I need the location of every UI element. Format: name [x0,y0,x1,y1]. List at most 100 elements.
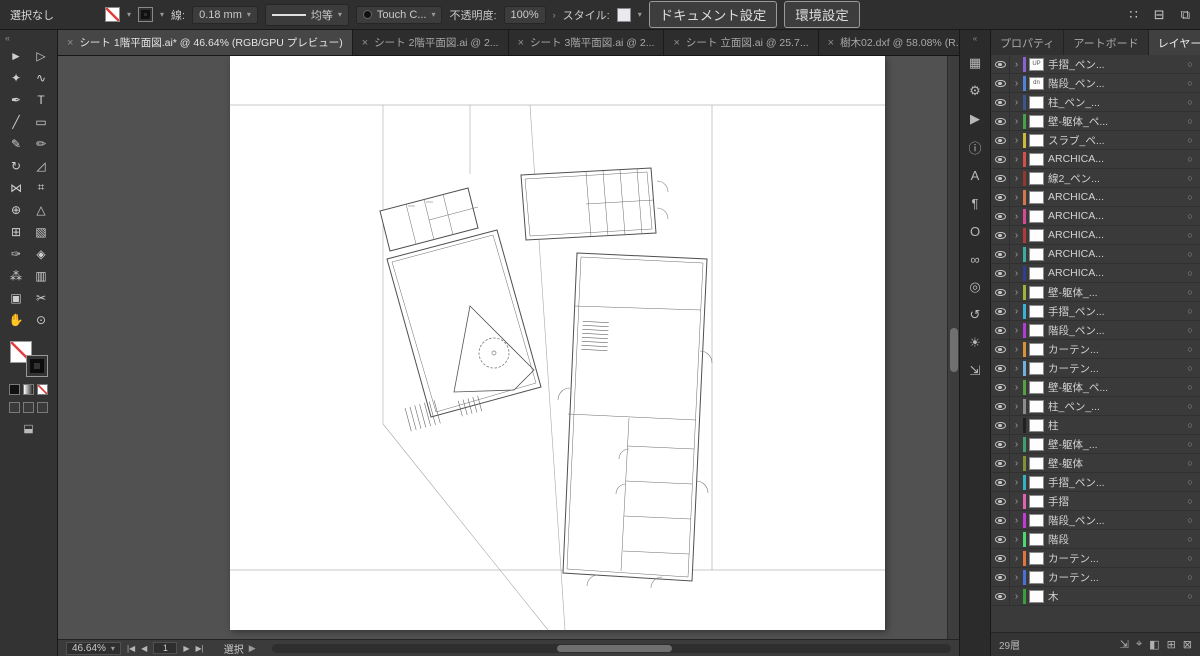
expand-chevron-icon[interactable]: › [1010,363,1023,374]
expand-chevron-icon[interactable]: › [1010,344,1023,355]
target-circle-icon[interactable]: ○ [1180,458,1200,468]
expand-chevron-icon[interactable]: › [1010,382,1023,393]
locate-object-icon[interactable]: ⌖ [1136,638,1142,651]
target-circle-icon[interactable]: ○ [1180,344,1200,354]
layer-row[interactable]: › 壁-躯体_ペ... ○ [991,378,1200,397]
target-circle-icon[interactable]: ○ [1180,306,1200,316]
visibility-toggle[interactable] [991,131,1010,149]
canvas[interactable] [58,56,959,639]
visibility-toggle[interactable] [991,530,1010,548]
target-circle-icon[interactable]: ○ [1180,477,1200,487]
screen-mode-button[interactable]: ⬓ [23,422,33,435]
visibility-toggle[interactable] [991,511,1010,529]
visibility-toggle[interactable] [991,397,1010,415]
layer-row[interactable]: › dn 階段_ペン... ○ [991,74,1200,93]
layer-row[interactable]: › 柱_ペン_... ○ [991,93,1200,112]
chevron-down-icon[interactable]: ▾ [338,10,342,19]
document-tab[interactable]: × シート 立面図.ai @ 25.7... [664,30,819,55]
visibility-toggle[interactable] [991,302,1010,320]
scale-tool[interactable]: ◿ [29,155,54,176]
width-tool[interactable]: ⋈ [4,177,29,198]
artboard-number-field[interactable]: 1 [153,642,178,654]
layer-row[interactable]: › 階段 ○ [991,530,1200,549]
expand-chevron-icon[interactable]: › [1010,97,1023,108]
document-tab[interactable]: × 樹木02.dxf @ 58.08% (R... [818,30,959,55]
chevron-down-icon[interactable]: ▾ [638,10,642,19]
visibility-toggle[interactable] [991,340,1010,358]
visibility-toggle[interactable] [991,473,1010,491]
expand-chevron-icon[interactable]: › [1010,135,1023,146]
character-icon[interactable]: A [960,161,990,189]
target-circle-icon[interactable]: ○ [1180,249,1200,259]
expand-chevron-icon[interactable]: › [1010,192,1023,203]
chevron-down-icon[interactable]: ▾ [431,10,435,19]
document-tab[interactable]: × シート 1階平面図.ai* @ 46.64% (RGB/GPU プレビュー) [58,30,353,55]
visibility-toggle[interactable] [991,150,1010,168]
expand-chevron-icon[interactable]: › [1010,230,1023,241]
vertical-scrollbar[interactable] [947,56,959,639]
info-icon[interactable]: ⓘ [960,133,990,161]
document-tab[interactable]: × シート 3階平面図.ai @ 2... [508,30,665,55]
history-icon[interactable]: ↺ [960,301,990,329]
target-circle-icon[interactable]: ○ [1180,173,1200,183]
target-circle-icon[interactable]: ○ [1180,515,1200,525]
expand-chevron-icon[interactable]: › [1010,268,1023,279]
chevron-down-icon[interactable]: ▾ [160,10,164,19]
slice-tool[interactable]: ✂ [29,287,54,308]
tab-アートボード[interactable]: アートボード [1064,30,1149,55]
visibility-toggle[interactable] [991,245,1010,263]
expand-chevron-icon[interactable]: › [1010,78,1023,89]
last-artboard-button[interactable]: ▶| [195,644,203,653]
tab-レイヤー[interactable]: レイヤー [1148,30,1200,55]
new-layer-icon[interactable]: ⊞ [1167,638,1176,651]
rectangle-tool[interactable]: ▭ [29,111,54,132]
layer-row[interactable]: › 柱_ペン_... ○ [991,397,1200,416]
collapse-toolbar-icon[interactable]: « [0,30,15,44]
make-mask-icon[interactable]: ◧ [1149,638,1159,651]
target-circle-icon[interactable]: ○ [1180,135,1200,145]
paragraph-icon[interactable]: ¶ [960,189,990,217]
stroke-color-swatch[interactable] [138,7,154,22]
expand-chevron-icon[interactable]: › [1010,287,1023,298]
visibility-toggle[interactable] [991,587,1010,605]
close-tab-icon[interactable]: × [518,37,524,49]
visibility-toggle[interactable] [991,435,1010,453]
opentype-icon[interactable]: O [960,217,990,245]
expand-chevron-icon[interactable]: › [1010,420,1023,431]
rotate-tool[interactable]: ↻ [4,155,29,176]
zoom-control[interactable]: 46.64% ▾ [66,641,121,655]
artboard[interactable] [230,56,885,631]
visibility-toggle[interactable] [991,226,1010,244]
layer-row[interactable]: › ARCHICA... ○ [991,264,1200,283]
expand-chevron-icon[interactable]: › [1010,249,1023,260]
visibility-toggle[interactable] [991,359,1010,377]
expand-chevron-icon[interactable]: › [1010,59,1023,70]
layer-row[interactable]: › 木 ○ [991,587,1200,606]
target-circle-icon[interactable]: ○ [1180,59,1200,69]
expand-panels-icon[interactable]: « [973,30,977,49]
links-icon[interactable]: ∞ [960,245,990,273]
layer-row[interactable]: › ARCHICA... ○ [991,207,1200,226]
visibility-toggle[interactable] [991,112,1010,130]
paintbrush-tool[interactable]: ✎ [4,133,29,154]
artboard-tool[interactable]: ▣ [4,287,29,308]
collect-for-export-icon[interactable]: ⇲ [1120,638,1129,651]
panel-layout-icon[interactable]: ⊟ [1154,7,1165,23]
layer-row[interactable]: › 階段_ペン... ○ [991,321,1200,340]
zoom-tool[interactable]: ⊙ [29,309,54,330]
artboards-icon[interactable]: ▦ [960,49,990,77]
shape-builder-tool[interactable]: ⊕ [4,199,29,220]
expand-chevron-icon[interactable]: › [1010,496,1023,507]
expand-chevron-icon[interactable]: › [1010,306,1023,317]
target-circle-icon[interactable]: ○ [1180,572,1200,582]
target-circle-icon[interactable]: ○ [1180,268,1200,278]
selection-tool[interactable]: ► [4,45,29,66]
stroke-profile-field[interactable]: 均等 ▾ [264,3,349,26]
layer-row[interactable]: › 柱 ○ [991,416,1200,435]
adjustments-icon[interactable]: ☀ [960,329,990,357]
draw-normal-button[interactable] [9,402,20,413]
expand-chevron-icon[interactable]: › [1010,116,1023,127]
color-mode-button[interactable] [9,384,20,395]
tab-プロパティ[interactable]: プロパティ [991,30,1065,55]
visibility-toggle[interactable] [991,321,1010,339]
